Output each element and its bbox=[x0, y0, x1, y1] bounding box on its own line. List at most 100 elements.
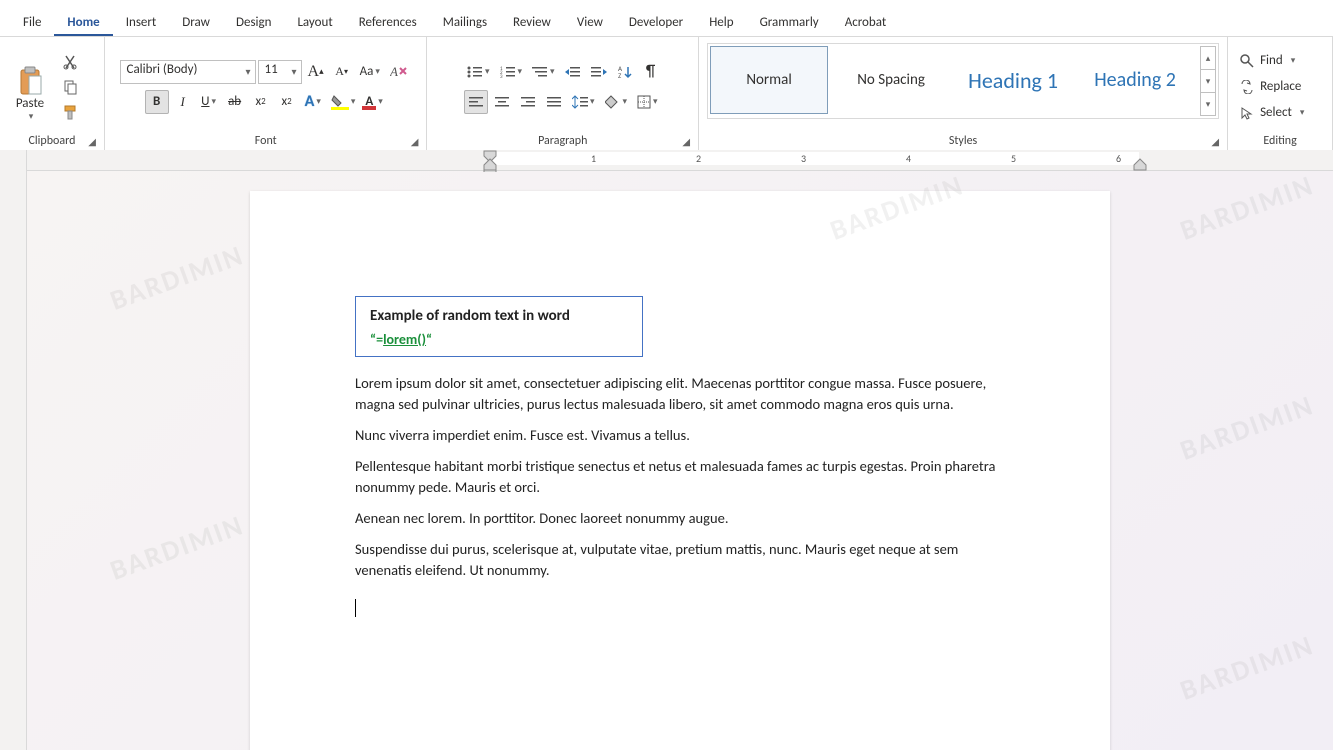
document-canvas[interactable]: 123456 BARDIMINBARDIMINBARDIMINBARDIMINB… bbox=[27, 150, 1333, 750]
tab-grammarly[interactable]: Grammarly bbox=[747, 9, 832, 36]
workspace: 123456 BARDIMINBARDIMINBARDIMINBARDIMINB… bbox=[0, 150, 1333, 750]
styles-scroll-more[interactable]: ▾ bbox=[1200, 92, 1216, 116]
paste-button[interactable]: Paste ▾ bbox=[8, 52, 52, 122]
cut-button[interactable] bbox=[58, 51, 82, 72]
show-marks-button[interactable]: ¶ bbox=[639, 60, 663, 84]
sort-button[interactable]: AZ bbox=[613, 60, 637, 84]
horizontal-ruler[interactable]: 123456 bbox=[27, 150, 1333, 171]
tab-references[interactable]: References bbox=[346, 9, 430, 36]
align-right-button[interactable] bbox=[516, 90, 540, 114]
numbering-button[interactable]: 123▾ bbox=[496, 60, 527, 84]
replace-label: Replace bbox=[1260, 79, 1301, 94]
clipboard-launcher[interactable]: ◢ bbox=[88, 135, 96, 148]
ruler-num-1: 1 bbox=[591, 152, 596, 165]
ruler-num-5: 5 bbox=[1011, 152, 1016, 165]
body-paragraph[interactable]: Pellentesque habitant morbi tristique se… bbox=[355, 456, 1000, 498]
justify-button[interactable] bbox=[542, 90, 566, 114]
svg-text:A: A bbox=[390, 64, 398, 79]
clipboard-group-label: Clipboard bbox=[29, 134, 76, 148]
highlight-button[interactable]: ▾ bbox=[327, 90, 360, 114]
tab-view[interactable]: View bbox=[564, 9, 616, 36]
font-name-value: Calibri (Body) bbox=[127, 62, 198, 77]
tab-acrobat[interactable]: Acrobat bbox=[832, 9, 900, 36]
tab-design[interactable]: Design bbox=[223, 9, 284, 36]
grow-font-button[interactable]: A▴ bbox=[304, 60, 328, 84]
watermark: BARDIMIN bbox=[1175, 627, 1318, 708]
tab-layout[interactable]: Layout bbox=[284, 9, 345, 36]
code-quote-close: “ bbox=[426, 331, 432, 348]
underline-button[interactable]: U▾ bbox=[197, 90, 221, 114]
styles-group-label: Styles bbox=[949, 134, 977, 148]
ruler-num-2: 2 bbox=[696, 152, 701, 165]
line-spacing-button[interactable]: ▾ bbox=[568, 90, 599, 114]
multilevel-list-button[interactable]: ▾ bbox=[528, 60, 559, 84]
tab-file[interactable]: File bbox=[10, 9, 54, 36]
increase-indent-button[interactable] bbox=[587, 60, 611, 84]
left-indent-marker[interactable] bbox=[483, 158, 497, 172]
align-left-button[interactable] bbox=[464, 90, 488, 114]
tab-home[interactable]: Home bbox=[54, 9, 112, 36]
paragraph-launcher[interactable]: ◢ bbox=[682, 135, 690, 148]
paste-label: Paste bbox=[16, 96, 44, 111]
styles-gallery: NormalNo SpacingHeading 1Heading 2▴▾▾ bbox=[707, 43, 1219, 119]
replace-icon bbox=[1240, 80, 1254, 94]
decrease-indent-button[interactable] bbox=[561, 60, 585, 84]
font-launcher[interactable]: ◢ bbox=[411, 135, 419, 148]
strikethrough-button[interactable]: ab bbox=[223, 90, 247, 114]
paragraph-group-label: Paragraph bbox=[538, 134, 587, 148]
textbox-title: Example of random text in word bbox=[370, 307, 628, 325]
text-effects-button[interactable]: A▾ bbox=[301, 90, 325, 114]
tab-draw[interactable]: Draw bbox=[169, 9, 223, 36]
shrink-font-button[interactable]: A▾ bbox=[330, 60, 354, 84]
vertical-ruler[interactable] bbox=[0, 150, 27, 750]
style-heading-2[interactable]: Heading 2 bbox=[1076, 46, 1194, 114]
body-paragraph[interactable]: Lorem ipsum dolor sit amet, consectetuer… bbox=[355, 373, 1000, 415]
editing-group-label: Editing bbox=[1263, 134, 1296, 148]
styles-launcher[interactable]: ◢ bbox=[1211, 135, 1219, 148]
tab-review[interactable]: Review bbox=[500, 9, 564, 36]
ruler-num-6: 6 bbox=[1116, 152, 1121, 165]
format-painter-button[interactable] bbox=[58, 101, 82, 122]
body-paragraph[interactable]: Suspendisse dui purus, scelerisque at, v… bbox=[355, 539, 1000, 581]
right-indent-marker[interactable] bbox=[1133, 158, 1147, 172]
bullets-button[interactable]: ▾ bbox=[463, 60, 494, 84]
watermark: BARDIMIN bbox=[105, 237, 248, 318]
text-box[interactable]: Example of random text in word “=lorem()… bbox=[355, 296, 643, 357]
font-group-label: Font bbox=[255, 134, 277, 148]
search-icon bbox=[1240, 54, 1254, 68]
align-center-button[interactable] bbox=[490, 90, 514, 114]
styles-scroll-up[interactable]: ▴ bbox=[1200, 46, 1216, 69]
select-button[interactable]: Select▾ bbox=[1236, 100, 1324, 126]
font-color-button[interactable]: A▾ bbox=[361, 90, 386, 114]
copy-button[interactable] bbox=[58, 76, 82, 97]
ribbon: Paste ▾ Clipboard◢ Calibri (Body)▾ 11▾ A… bbox=[0, 37, 1333, 151]
style-normal[interactable]: Normal bbox=[710, 46, 828, 114]
find-label: Find bbox=[1260, 53, 1283, 68]
italic-button[interactable]: I bbox=[171, 90, 195, 114]
watermark: BARDIMIN bbox=[1175, 387, 1318, 468]
ruler-num-4: 4 bbox=[906, 152, 911, 165]
borders-button[interactable]: ▾ bbox=[633, 90, 662, 114]
body-paragraph[interactable]: Nunc viverra imperdiet enim. Fusce est. … bbox=[355, 425, 1000, 446]
style-heading-1[interactable]: Heading 1 bbox=[954, 46, 1072, 114]
find-button[interactable]: Find▾ bbox=[1236, 48, 1324, 74]
font-name-combobox[interactable]: Calibri (Body)▾ bbox=[120, 60, 256, 84]
replace-button[interactable]: Replace bbox=[1236, 74, 1324, 100]
text-cursor bbox=[355, 599, 356, 617]
tab-developer[interactable]: Developer bbox=[616, 9, 696, 36]
font-size-combobox[interactable]: 11▾ bbox=[258, 60, 302, 84]
shading-button[interactable]: ▾ bbox=[601, 90, 632, 114]
style-no-spacing[interactable]: No Spacing bbox=[832, 46, 950, 114]
subscript-button[interactable]: x2 bbox=[249, 90, 273, 114]
document-page[interactable]: Example of random text in word “=lorem()… bbox=[250, 191, 1110, 750]
textbox-code: “=lorem()“ bbox=[370, 331, 628, 348]
tab-insert[interactable]: Insert bbox=[113, 9, 170, 36]
clear-formatting-button[interactable]: A bbox=[386, 60, 412, 84]
bold-button[interactable]: B bbox=[145, 90, 169, 114]
change-case-button[interactable]: Aa▾ bbox=[356, 60, 384, 84]
tab-help[interactable]: Help bbox=[696, 9, 746, 36]
superscript-button[interactable]: x2 bbox=[275, 90, 299, 114]
body-paragraph[interactable]: Aenean nec lorem. In porttitor. Donec la… bbox=[355, 508, 1000, 529]
tab-mailings[interactable]: Mailings bbox=[430, 9, 500, 36]
styles-scroll-down[interactable]: ▾ bbox=[1200, 69, 1216, 92]
